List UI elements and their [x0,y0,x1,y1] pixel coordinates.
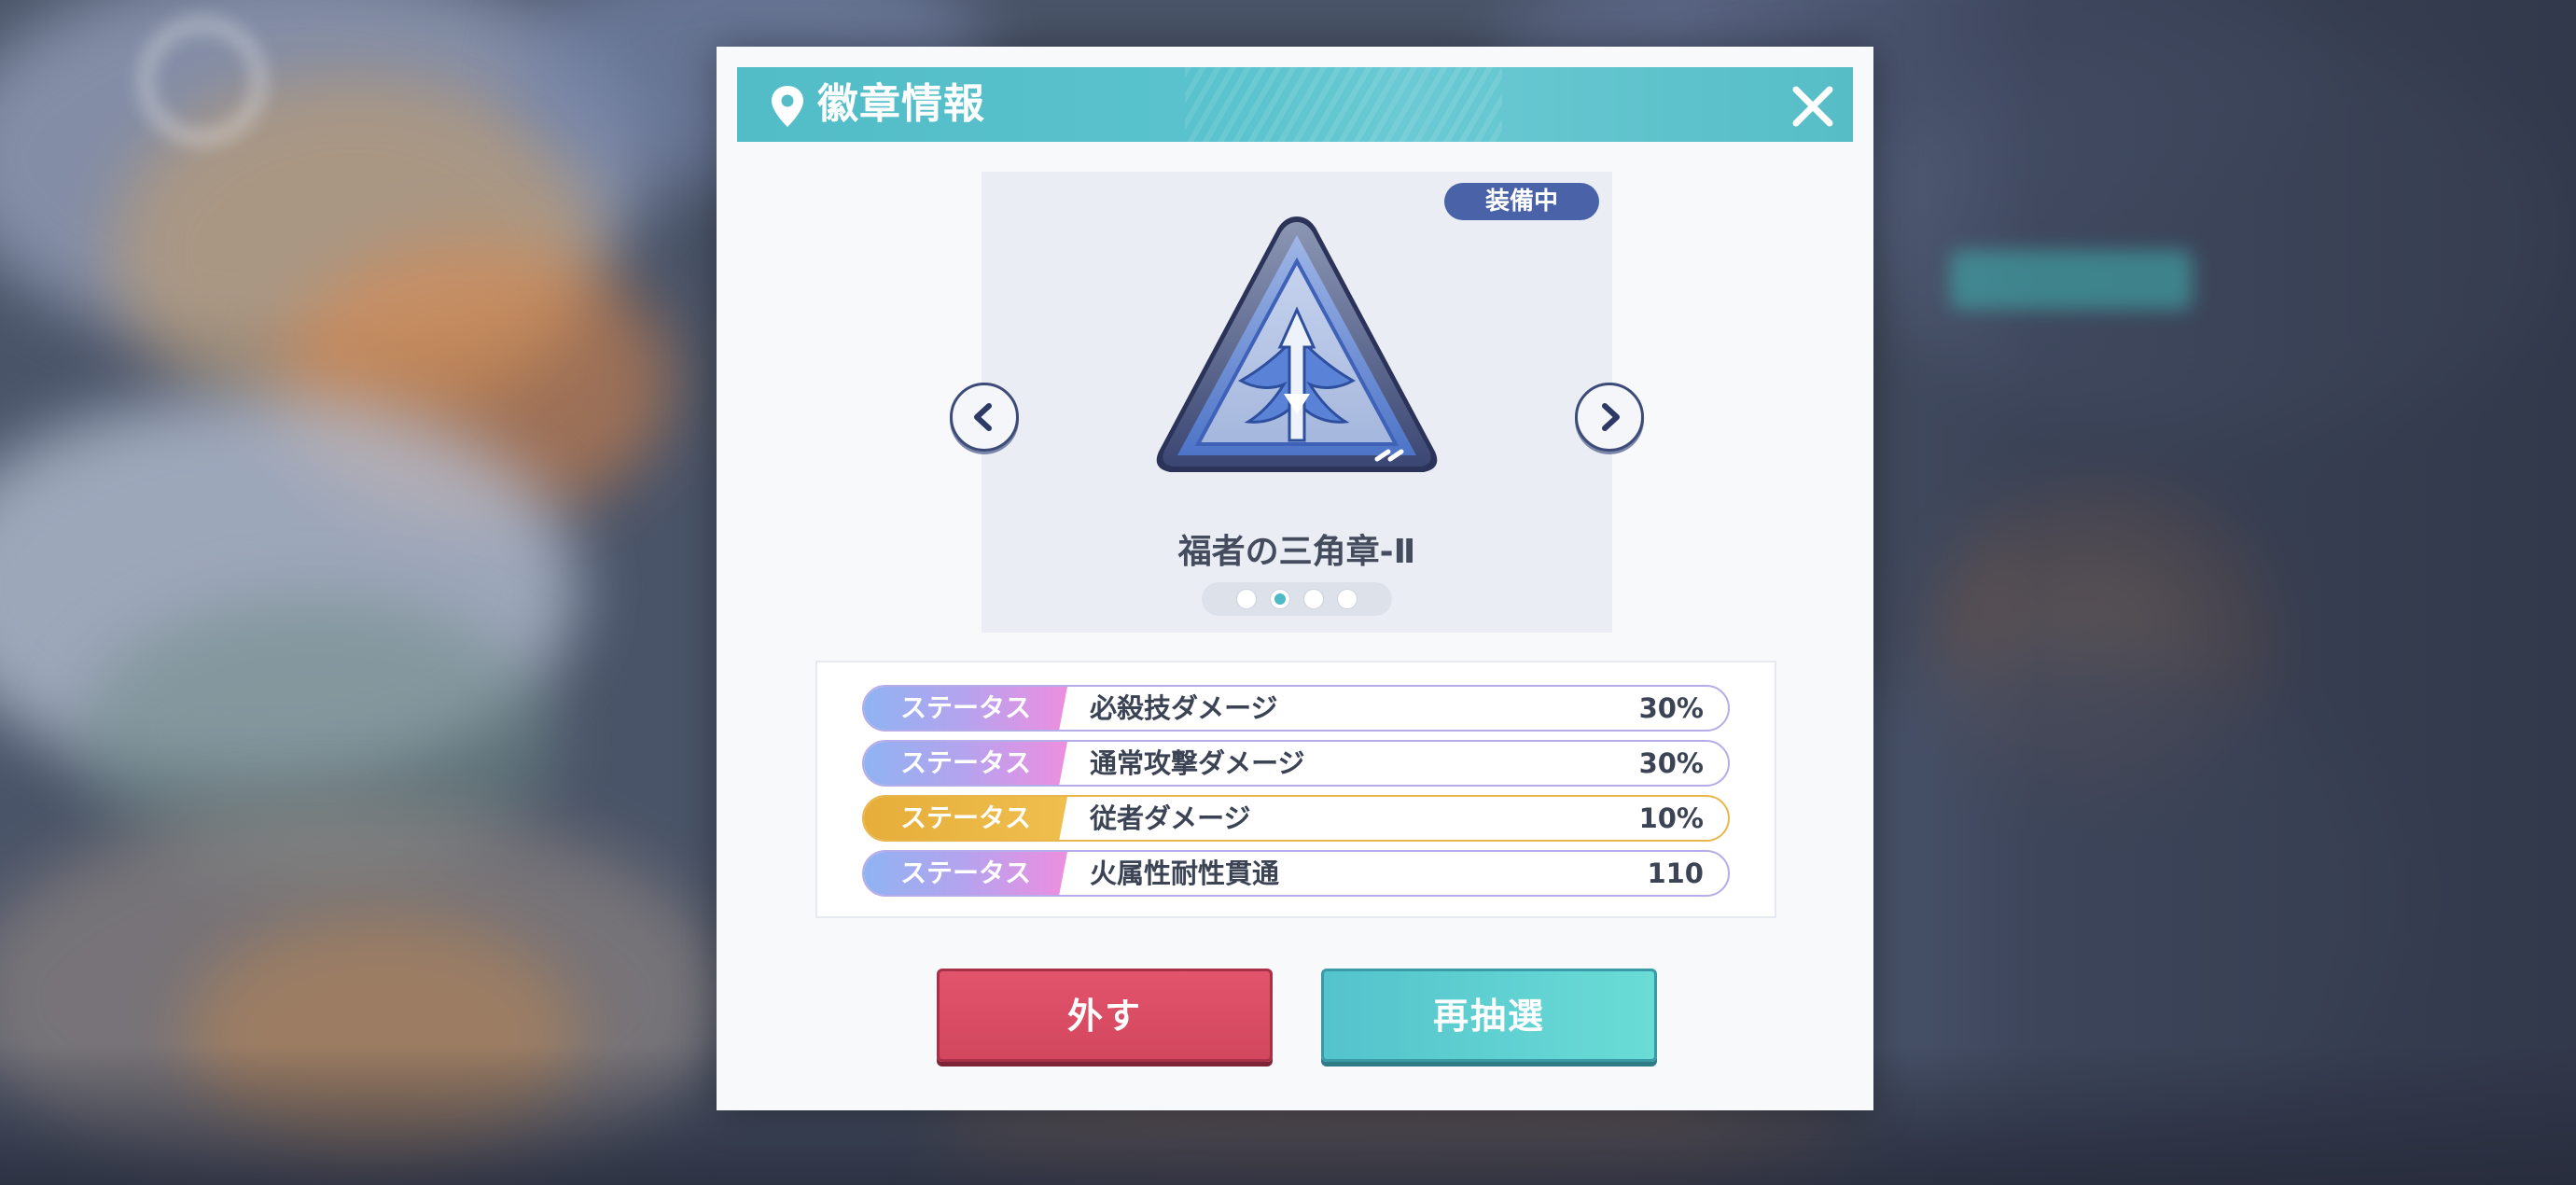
reroll-button[interactable]: 再抽選 [1321,969,1657,1062]
stats-panel: ステータス 必殺技ダメージ 30% ステータス 通常攻撃ダメージ 30% ステー… [815,661,1776,918]
stat-row: ステータス 必殺技ダメージ 30% [862,685,1730,732]
page-dot[interactable] [1338,590,1357,608]
page-dot[interactable] [1304,590,1323,608]
stat-name: 火属性耐性貫通 [1090,857,1280,889]
stat-tag: ステータス [864,797,1067,840]
next-badge-button[interactable] [1575,383,1644,452]
stat-value: 10% [1638,802,1704,834]
stat-row: ステータス 従者ダメージ 10% [862,795,1730,842]
game-screen: 徽章情報 装備中 福者の三角章-Ⅱ ステータス 必殺技ダメージ 30% ステータ… [0,0,2576,1185]
stat-row: ステータス 通常攻撃ダメージ 30% [862,740,1730,787]
badge-info-dialog: 徽章情報 装備中 福者の三角章-Ⅱ ステータス 必殺技ダメージ 30% ステータ… [717,47,1873,1110]
stat-name: 従者ダメージ [1090,802,1251,834]
badge-name: 福者の三角章-Ⅱ [1177,533,1416,571]
page-dot[interactable] [1237,590,1256,608]
equipped-status-badge: 装備中 [1444,183,1599,220]
remove-button[interactable]: 外す [937,969,1273,1062]
winged-triangle-emblem-icon [1156,216,1438,472]
stat-tag: ステータス [864,852,1067,895]
stat-tag: ステータス [864,687,1067,730]
chevron-right-icon [1602,403,1620,431]
page-dot-active[interactable] [1271,590,1289,608]
previous-badge-button[interactable] [950,383,1019,452]
badge-display-card: 装備中 福者の三角章-Ⅱ [982,172,1612,633]
stat-value: 30% [1638,692,1704,724]
page-indicator [1202,582,1392,616]
close-icon[interactable] [1787,80,1839,132]
chevron-left-icon [974,403,992,431]
stat-value: 110 [1647,857,1704,889]
stat-name: 通常攻撃ダメージ [1090,747,1305,779]
dialog-title: 徽章情報 [817,80,985,128]
stat-value: 30% [1638,747,1704,779]
map-pin-icon [772,86,803,127]
stat-name: 必殺技ダメージ [1090,692,1278,724]
stat-tag: ステータス [864,742,1067,785]
titlebar-pattern [1185,67,1502,142]
stat-row: ステータス 火属性耐性貫通 110 [862,850,1730,897]
dialog-titlebar: 徽章情報 [737,67,1853,142]
